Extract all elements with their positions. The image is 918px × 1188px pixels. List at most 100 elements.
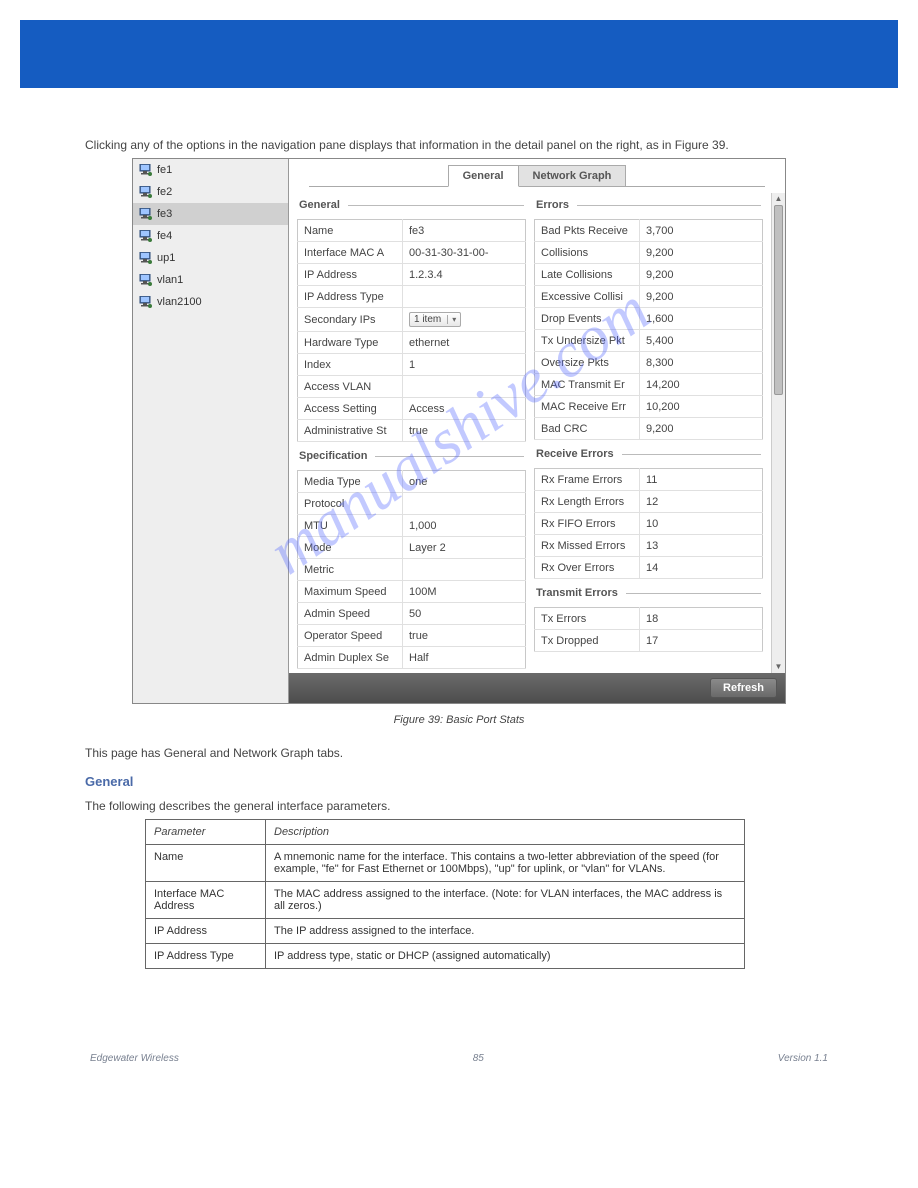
kv-key: MAC Receive Err (535, 396, 640, 418)
kv-key: Admin Duplex Se (298, 647, 403, 669)
interface-sidebar: fe1 fe2 fe3 fe4up1vlan1vlan2100 (133, 159, 289, 703)
kv-value: 11 (640, 469, 763, 491)
scroll-down-icon[interactable]: ▼ (774, 662, 783, 672)
table-row: IP Address1.2.3.4 (298, 264, 526, 286)
kv-key: Tx Errors (535, 608, 640, 630)
section-rx-title: Receive Errors (534, 446, 763, 462)
sidebar-item-vlan2100[interactable]: vlan2100 (133, 291, 288, 313)
specification-table: Media TypeoneProtocolMTU1,000ModeLayer 2… (297, 470, 526, 669)
kv-key: Bad CRC (535, 418, 640, 440)
kv-value: fe3 (403, 220, 526, 242)
table-row: Hardware Typeethernet (298, 332, 526, 354)
sidebar-item-label: fe3 (157, 208, 172, 220)
table-row: Tx Dropped17 (535, 630, 763, 652)
param-desc: The IP address assigned to the interface… (266, 919, 745, 944)
nic-icon (139, 252, 153, 264)
sidebar-item-fe1[interactable]: fe1 (133, 159, 288, 181)
errors-table: Bad Pkts Receive3,700Collisions9,200Late… (534, 219, 763, 440)
nic-icon (139, 230, 153, 242)
figure-screenshot: fe1 fe2 fe3 fe4up1vlan1vlan2100 General Net… (132, 158, 786, 704)
table-row: Collisions9,200 (535, 242, 763, 264)
kv-key: Excessive Collisi (535, 286, 640, 308)
kv-value: 5,400 (640, 330, 763, 352)
kv-key: Bad Pkts Receive (535, 220, 640, 242)
parameter-description-table: Parameter Description NameA mnemonic nam… (145, 819, 745, 969)
scrollbar[interactable]: ▲ ▼ (771, 193, 785, 673)
table-row: Access SettingAccess (298, 398, 526, 420)
sidebar-item-vlan1[interactable]: vlan1 (133, 269, 288, 291)
footer-right: Version 1.1 (778, 1053, 828, 1064)
kv-value: 9,200 (640, 418, 763, 440)
param-name: IP Address (146, 919, 266, 944)
kv-value: Layer 2 (403, 537, 526, 559)
section-errors-title: Errors (534, 197, 763, 213)
kv-value: Half (403, 647, 526, 669)
sidebar-item-label: fe2 (157, 186, 172, 198)
scroll-up-icon[interactable]: ▲ (774, 194, 783, 204)
general-heading: General (85, 774, 833, 789)
kv-key: Admin Speed (298, 603, 403, 625)
kv-value[interactable]: 1 item▾ (403, 308, 526, 332)
table-row: Tx Undersize Pkt5,400 (535, 330, 763, 352)
sidebar-item-fe2[interactable]: fe2 (133, 181, 288, 203)
kv-key: Late Collisions (535, 264, 640, 286)
kv-value: 3,700 (640, 220, 763, 242)
col-parameter: Parameter (146, 820, 266, 845)
kv-value: 00-31-30-31-00- (403, 242, 526, 264)
kv-key: Rx Frame Errors (535, 469, 640, 491)
table-row: Admin Speed50 (298, 603, 526, 625)
table-row: Interface MAC A00-31-30-31-00- (298, 242, 526, 264)
kv-value: 1.2.3.4 (403, 264, 526, 286)
kv-value: 1 (403, 354, 526, 376)
secondary-ips-dropdown[interactable]: 1 item▾ (409, 312, 461, 327)
kv-key: IP Address (298, 264, 403, 286)
intro-text: Clicking any of the options in the navig… (85, 138, 833, 152)
kv-key: MTU (298, 515, 403, 537)
tab-general[interactable]: General (448, 165, 519, 187)
kv-key: Rx FIFO Errors (535, 513, 640, 535)
kv-value: 14 (640, 557, 763, 579)
refresh-button[interactable]: Refresh (710, 678, 777, 698)
kv-value: ethernet (403, 332, 526, 354)
below-line2: The following describes the general inte… (85, 799, 833, 813)
sidebar-item-fe4[interactable]: fe4 (133, 225, 288, 247)
scroll-thumb[interactable] (774, 205, 783, 395)
general-table: Namefe3Interface MAC A00-31-30-31-00-IP … (297, 219, 526, 442)
param-desc: IP address type, static or DHCP (assigne… (266, 944, 745, 969)
page-header-bar (20, 20, 898, 88)
param-name: Interface MAC Address (146, 882, 266, 919)
kv-value: 10,200 (640, 396, 763, 418)
sidebar-item-fe3[interactable]: fe3 (133, 203, 288, 225)
kv-key: Collisions (535, 242, 640, 264)
detail-footer: Refresh (289, 673, 785, 703)
kv-key: Rx Missed Errors (535, 535, 640, 557)
table-row: Rx Missed Errors13 (535, 535, 763, 557)
kv-key: Maximum Speed (298, 581, 403, 603)
kv-key: MAC Transmit Er (535, 374, 640, 396)
kv-value: true (403, 625, 526, 647)
below-line1: This page has General and Network Graph … (85, 746, 833, 760)
table-row: IP Address Type (298, 286, 526, 308)
kv-key: Mode (298, 537, 403, 559)
kv-key: Tx Dropped (535, 630, 640, 652)
kv-value: 9,200 (640, 286, 763, 308)
kv-value: 1,600 (640, 308, 763, 330)
kv-key: Oversize Pkts (535, 352, 640, 374)
tab-network-graph[interactable]: Network Graph (518, 165, 627, 187)
table-row: MTU1,000 (298, 515, 526, 537)
kv-value: 13 (640, 535, 763, 557)
sidebar-item-up1[interactable]: up1 (133, 247, 288, 269)
kv-key: Interface MAC A (298, 242, 403, 264)
page-footer: Edgewater Wireless 85 Version 1.1 (0, 993, 918, 1074)
table-row: Index1 (298, 354, 526, 376)
kv-key: Drop Events (535, 308, 640, 330)
receive-errors-table: Rx Frame Errors11Rx Length Errors12Rx FI… (534, 468, 763, 579)
kv-key: Protocol (298, 493, 403, 515)
param-desc: The MAC address assigned to the interfac… (266, 882, 745, 919)
table-row: Late Collisions9,200 (535, 264, 763, 286)
kv-value: Access (403, 398, 526, 420)
nic-icon (139, 274, 153, 286)
kv-value: 18 (640, 608, 763, 630)
table-row: MAC Receive Err10,200 (535, 396, 763, 418)
kv-value: 14,200 (640, 374, 763, 396)
